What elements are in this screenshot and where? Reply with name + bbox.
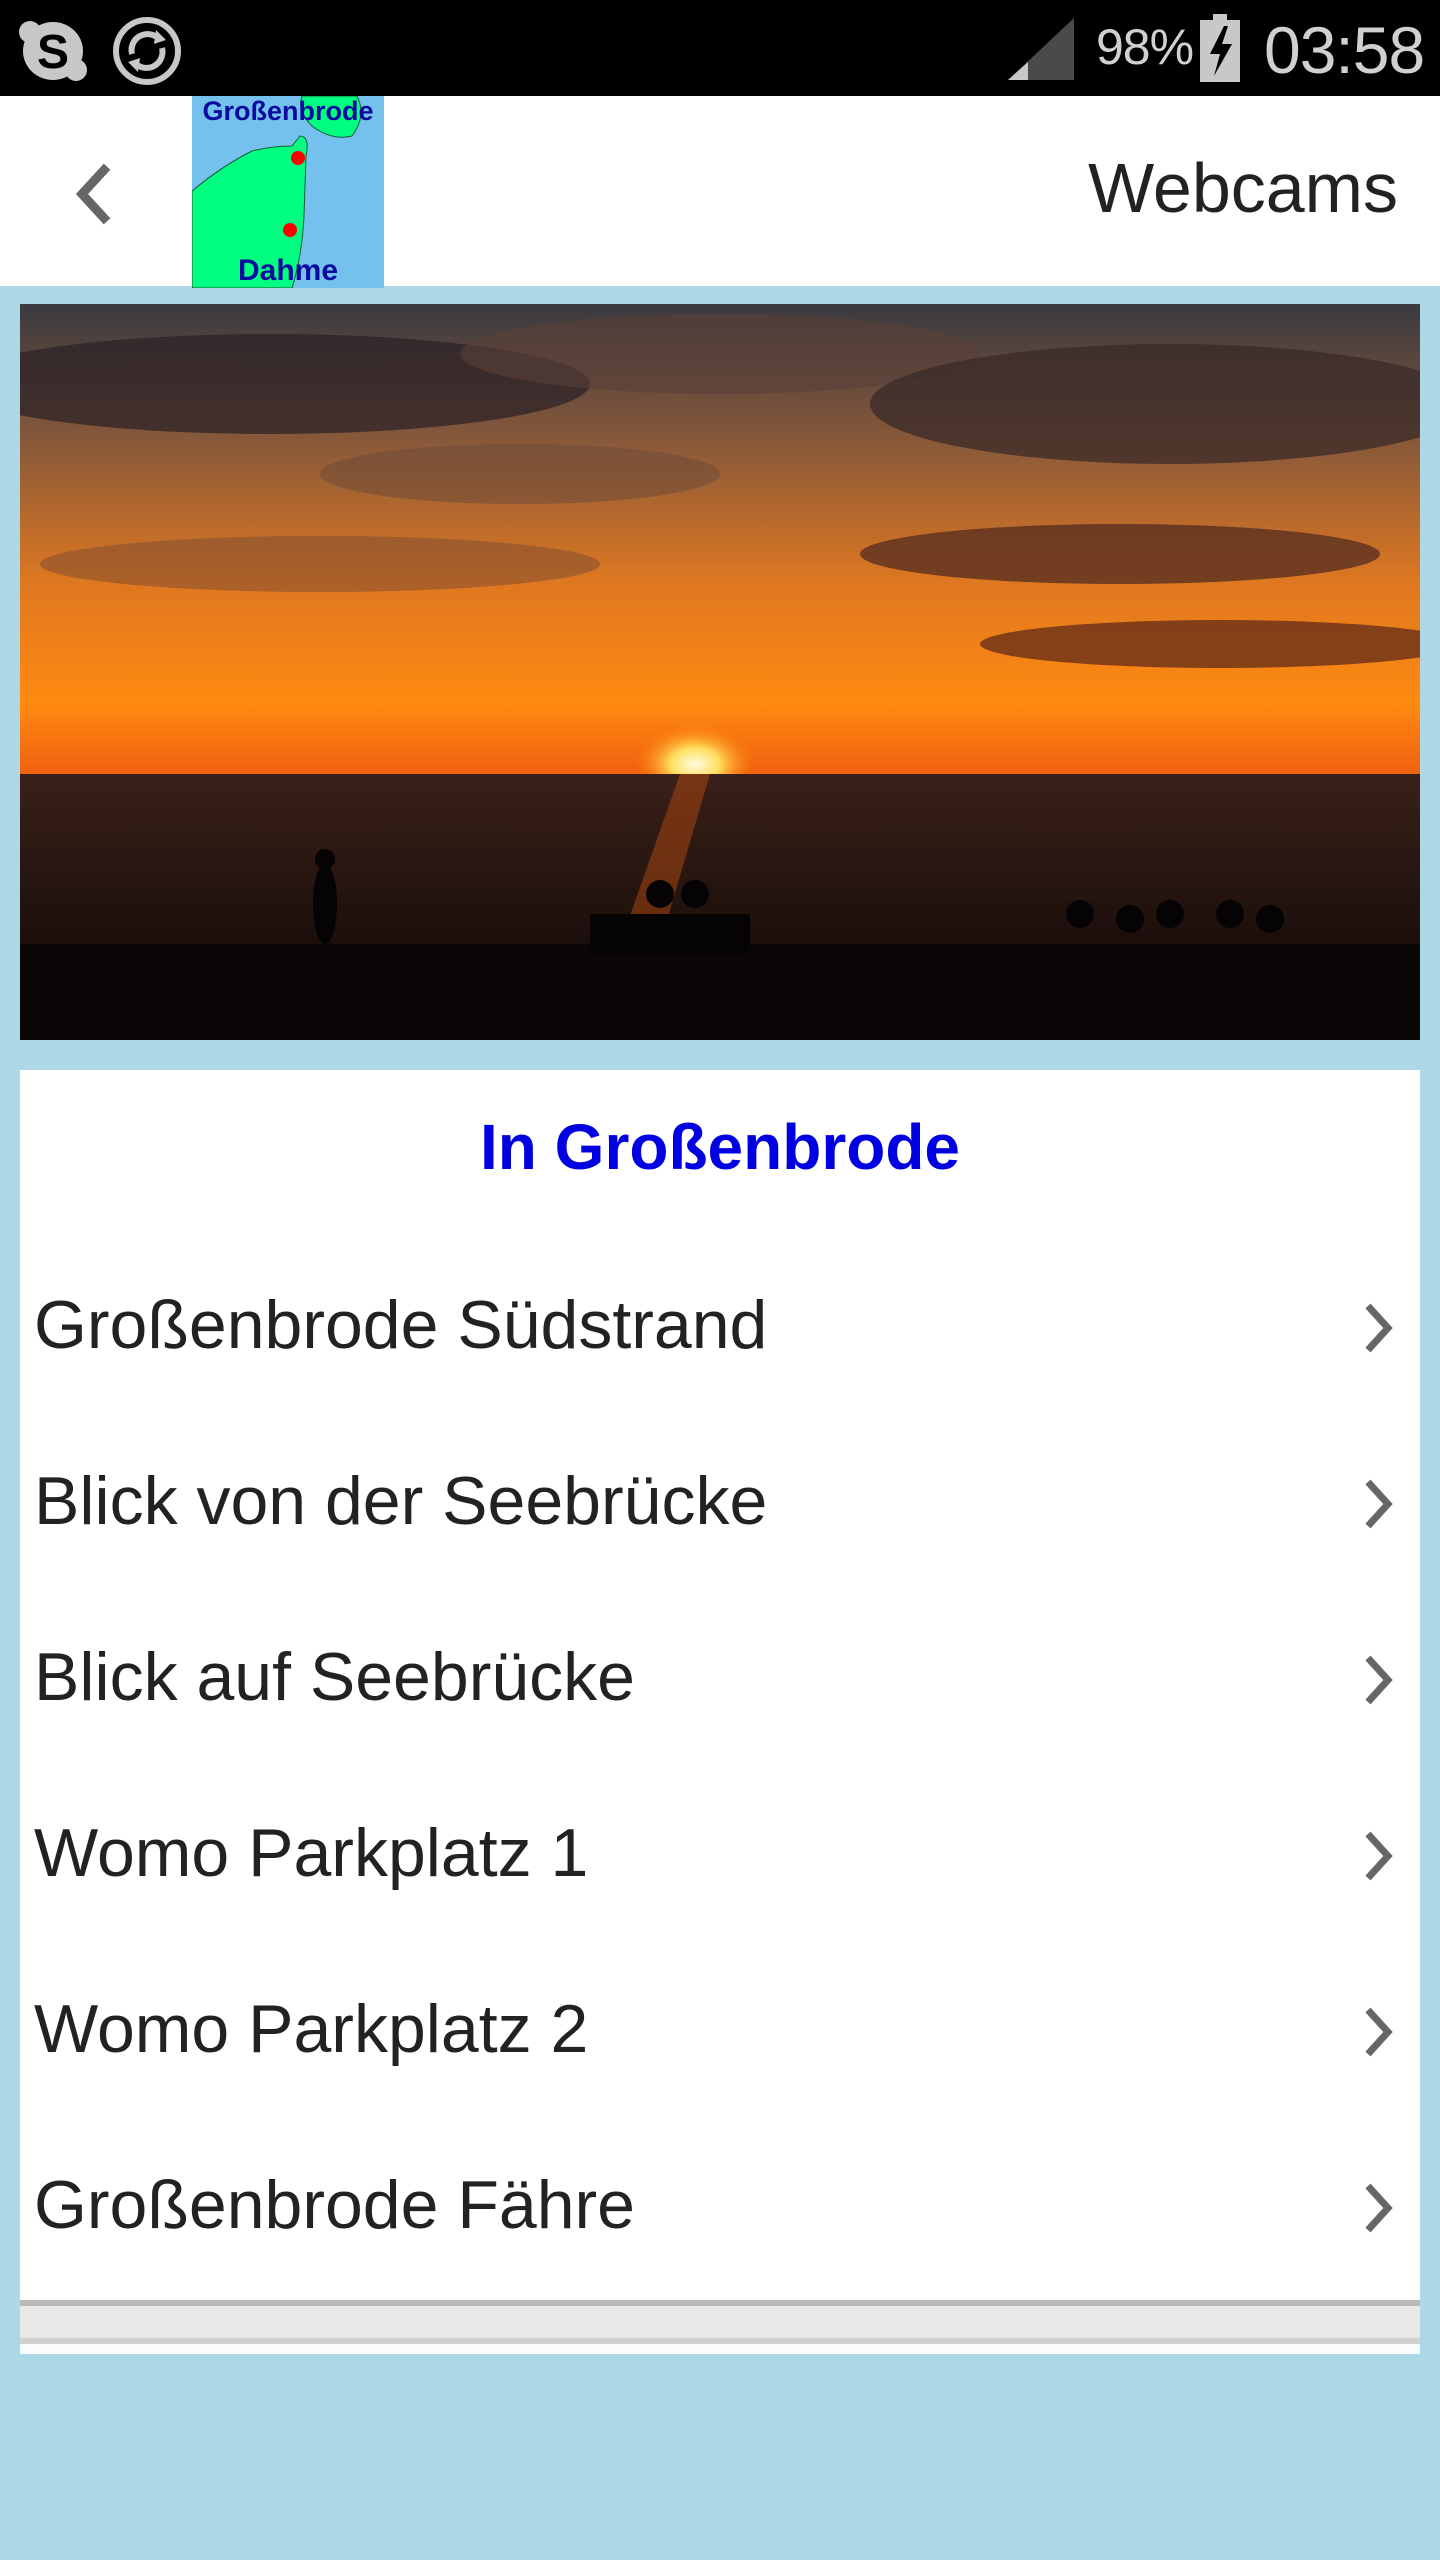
chevron-right-icon [1365, 2007, 1393, 2057]
list-item-label: Womo Parkplatz 2 [34, 1991, 589, 2067]
list-item[interactable]: Großenbrode Südstrand [20, 1238, 1420, 1414]
list-item[interactable]: Womo Parkplatz 2 [20, 1942, 1420, 2118]
chevron-right-icon [1365, 1479, 1393, 1529]
back-chevron-icon[interactable] [60, 156, 126, 232]
chevron-right-icon [1365, 1655, 1393, 1705]
signal-icon [1008, 18, 1074, 80]
page-title: Webcams [1088, 149, 1398, 227]
battery-percent: 98% [1096, 19, 1194, 75]
sync-icon [113, 17, 181, 85]
card-footer-edge [20, 2344, 1420, 2354]
list-item[interactable]: Großenbrode Fähre [20, 2118, 1420, 2294]
webcam-list-card: In Großenbrode Großenbrode Südstrand Bli… [20, 1070, 1420, 2300]
logo-top-label: Großenbrode [202, 96, 373, 126]
svg-text:S: S [37, 26, 69, 79]
list-item-label: Blick von der Seebrücke [34, 1463, 768, 1539]
chevron-right-icon [1365, 1831, 1393, 1881]
skype-icon: S [19, 21, 87, 81]
section-title: In Großenbrode [480, 1111, 960, 1183]
list-item[interactable]: Blick von der Seebrücke [20, 1414, 1420, 1590]
list-item[interactable]: Womo Parkplatz 1 [20, 1766, 1420, 1942]
list-item-label: Großenbrode Südstrand [34, 1287, 768, 1363]
battery-charging-icon [1200, 14, 1240, 82]
list-item[interactable]: Blick auf Seebrücke [20, 1590, 1420, 1766]
chevron-right-icon [1365, 2183, 1393, 2233]
list-item-label: Womo Parkplatz 1 [34, 1815, 589, 1891]
clock: 03:58 [1264, 13, 1425, 87]
card-footer-divider [20, 2300, 1420, 2344]
sunset-illustration [20, 304, 1420, 1040]
status-bar: S 98% 03:58 [0, 0, 1440, 96]
logo-bottom-label: Dahme [238, 254, 338, 287]
app-logo-map: Großenbrode Dahme [192, 96, 384, 288]
list-item-label: Blick auf Seebrücke [34, 1639, 635, 1715]
chevron-right-icon [1365, 1303, 1393, 1353]
sunset-webcam-image[interactable] [20, 304, 1420, 1040]
list-item-label: Großenbrode Fähre [34, 2167, 635, 2243]
